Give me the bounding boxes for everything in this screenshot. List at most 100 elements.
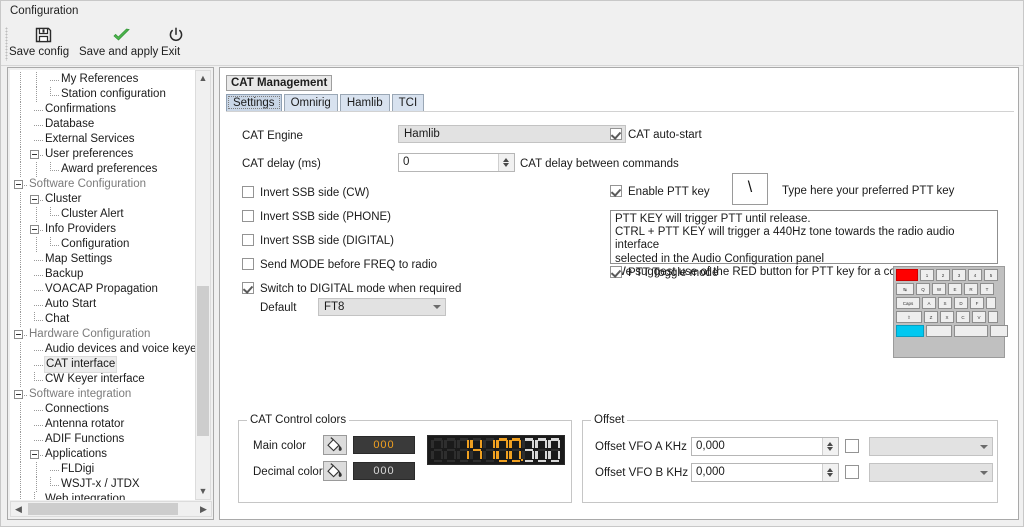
tree-expander-icon[interactable]	[30, 195, 39, 204]
tree-item-award-preferences[interactable]: Award preferences	[10, 162, 196, 177]
tree-item-database[interactable]: Database	[10, 117, 196, 132]
checkbox-send-mode-before-freq-to-radio[interactable]: Send MODE before FREQ to radio	[242, 258, 437, 273]
tree-item-confirmations[interactable]: Confirmations	[10, 102, 196, 117]
tab-hamlib[interactable]: Hamlib	[339, 94, 390, 111]
offset-stepper[interactable]	[822, 464, 838, 481]
tree-item-applications[interactable]: Applications	[10, 447, 196, 462]
checkbox-invert-ssb-side-phone[interactable]: Invert SSB side (PHONE)	[242, 210, 391, 225]
checkbox-invert-ssb-side-cw[interactable]: Invert SSB side (CW)	[242, 186, 369, 201]
stepper-down-icon[interactable]	[823, 446, 838, 456]
offset-band-select[interactable]	[869, 437, 993, 456]
checkbox-switch-to-digital-mode-when-required[interactable]: Switch to DIGITAL mode when required	[242, 282, 461, 297]
main-color-picker-button[interactable]	[323, 435, 347, 455]
offset-enable-checkbox[interactable]	[845, 465, 859, 480]
offset-value-input[interactable]: 0,000	[691, 437, 839, 456]
checkbox-box	[242, 282, 254, 294]
tree-expander-icon[interactable]	[14, 330, 23, 339]
tree-item-wsjt-x-jtdx[interactable]: WSJT-x / JTDX	[10, 477, 196, 492]
tree-item-voacap-propagation[interactable]: VOACAP Propagation	[10, 282, 196, 297]
tree-item-info-providers[interactable]: Info Providers	[10, 222, 196, 237]
offset-stepper[interactable]	[822, 438, 838, 455]
tree-guide-line	[36, 207, 38, 222]
decimal-color-value[interactable]: 000	[353, 462, 415, 480]
tree-item-audio-devices-and-voice-keyer[interactable]: Audio devices and voice keyer	[10, 342, 196, 357]
stepper-up-icon[interactable]	[823, 464, 838, 473]
offset-band-select[interactable]	[869, 463, 993, 482]
scroll-up-icon[interactable]: ▲	[196, 71, 210, 86]
tree-item-label: CW Keyer interface	[45, 373, 145, 385]
scroll-right-icon[interactable]: ▶	[196, 502, 211, 516]
cat-engine-select[interactable]: Hamlib	[398, 125, 626, 143]
keyboard-key: D	[954, 297, 968, 309]
tree-item-hardware-configuration[interactable]: Hardware Configuration	[10, 327, 196, 342]
stepper-down-icon[interactable]	[823, 472, 838, 482]
tree-item-user-preferences[interactable]: User preferences	[10, 147, 196, 162]
toolbar-grip[interactable]	[5, 27, 8, 61]
keyboard-key: Z	[924, 311, 938, 323]
seven-segment-digit	[535, 438, 547, 462]
tree-guide-line	[36, 87, 38, 102]
keyboard-key	[988, 311, 998, 323]
tree-horizontal-scrollbar[interactable]: ◀ ▶	[10, 501, 212, 517]
stepper-down-icon[interactable]	[499, 162, 514, 172]
tree-item-station-configuration[interactable]: Station configuration	[10, 87, 196, 102]
stepper-up-icon[interactable]	[823, 438, 838, 447]
tree-item-cat-interface[interactable]: CAT interface	[10, 356, 196, 373]
checkbox-box	[242, 186, 254, 198]
tree-expander-icon[interactable]	[14, 390, 23, 399]
default-mode-select[interactable]: FT8	[318, 298, 446, 316]
tree-guide-line	[34, 140, 43, 142]
tree-expander-icon[interactable]	[30, 150, 39, 159]
ptt-key-input[interactable]: \	[732, 173, 768, 205]
offset-value-input[interactable]: 0,000	[691, 463, 839, 482]
tree-item-label: Auto Start	[45, 298, 97, 310]
keyboard-key: 1	[920, 269, 934, 281]
tree-item-my-references[interactable]: My References	[10, 72, 196, 87]
tree-expander-icon[interactable]	[30, 450, 39, 459]
tab-settings[interactable]: Settings	[226, 94, 282, 111]
tree-item-cw-keyer-interface[interactable]: CW Keyer interface	[10, 372, 196, 387]
tree-expander-icon[interactable]	[14, 180, 23, 189]
checkbox-invert-ssb-side-digital[interactable]: Invert SSB side (DIGITAL)	[242, 234, 394, 249]
stepper-up-icon[interactable]	[499, 154, 514, 163]
tree-item-antenna-rotator[interactable]: Antenna rotator	[10, 417, 196, 432]
tab-tci[interactable]: TCI	[391, 94, 425, 111]
ptt-toggle-checkbox[interactable]: PTT Toggle mode	[610, 266, 718, 281]
tree-item-adif-functions[interactable]: ADIF Functions	[10, 432, 196, 447]
scroll-thumb-horizontal[interactable]	[28, 503, 178, 515]
navigation-tree[interactable]: My References Station configuration Confir…	[10, 70, 196, 500]
tree-guide-line	[20, 132, 22, 147]
tree-item-fldigi[interactable]: FLDigi	[10, 462, 196, 477]
scroll-down-icon[interactable]: ▼	[196, 484, 210, 499]
tree-item-chat[interactable]: Chat	[10, 312, 196, 327]
offset-enable-checkbox[interactable]	[845, 439, 859, 454]
tree-item-auto-start[interactable]: Auto Start	[10, 297, 196, 312]
seven-segment-digit	[483, 438, 495, 462]
tree-item-connections[interactable]: Connections	[10, 402, 196, 417]
exit-button[interactable]: Exit	[161, 25, 191, 63]
tree-item-software-integration[interactable]: Software integration	[10, 387, 196, 402]
cat-delay-input[interactable]: 0	[398, 153, 515, 172]
tree-item-software-configuration[interactable]: Software Configuration	[10, 177, 196, 192]
tree-item-map-settings[interactable]: Map Settings	[10, 252, 196, 267]
cat-delay-stepper[interactable]	[498, 154, 514, 171]
keyboard-key: X	[940, 311, 954, 323]
tree-item-configuration[interactable]: Configuration	[10, 237, 196, 252]
save-and-apply-button[interactable]: Save and apply	[79, 25, 163, 63]
scroll-thumb-vertical[interactable]	[197, 286, 209, 436]
save-config-button[interactable]: Save config	[9, 25, 77, 63]
tree-item-cluster[interactable]: Cluster	[10, 192, 196, 207]
decimal-color-picker-button[interactable]	[323, 461, 347, 481]
enable-ptt-checkbox[interactable]: Enable PTT key	[610, 185, 710, 200]
tree-item-backup[interactable]: Backup	[10, 267, 196, 282]
tree-item-web-integration[interactable]: Web integration	[10, 492, 196, 500]
tree-vertical-scrollbar[interactable]: ▲ ▼	[195, 70, 211, 500]
cat-autostart-checkbox[interactable]: CAT auto-start	[610, 128, 702, 143]
scroll-left-icon[interactable]: ◀	[11, 502, 26, 516]
tab-omnirig[interactable]: Omnirig	[283, 94, 338, 111]
tree-item-cluster-alert[interactable]: Cluster Alert	[10, 207, 196, 222]
tree-expander-icon[interactable]	[30, 225, 39, 234]
tree-guide-line	[34, 125, 43, 127]
tree-item-external-services[interactable]: External Services	[10, 132, 196, 147]
main-color-value[interactable]: 000	[353, 436, 415, 454]
